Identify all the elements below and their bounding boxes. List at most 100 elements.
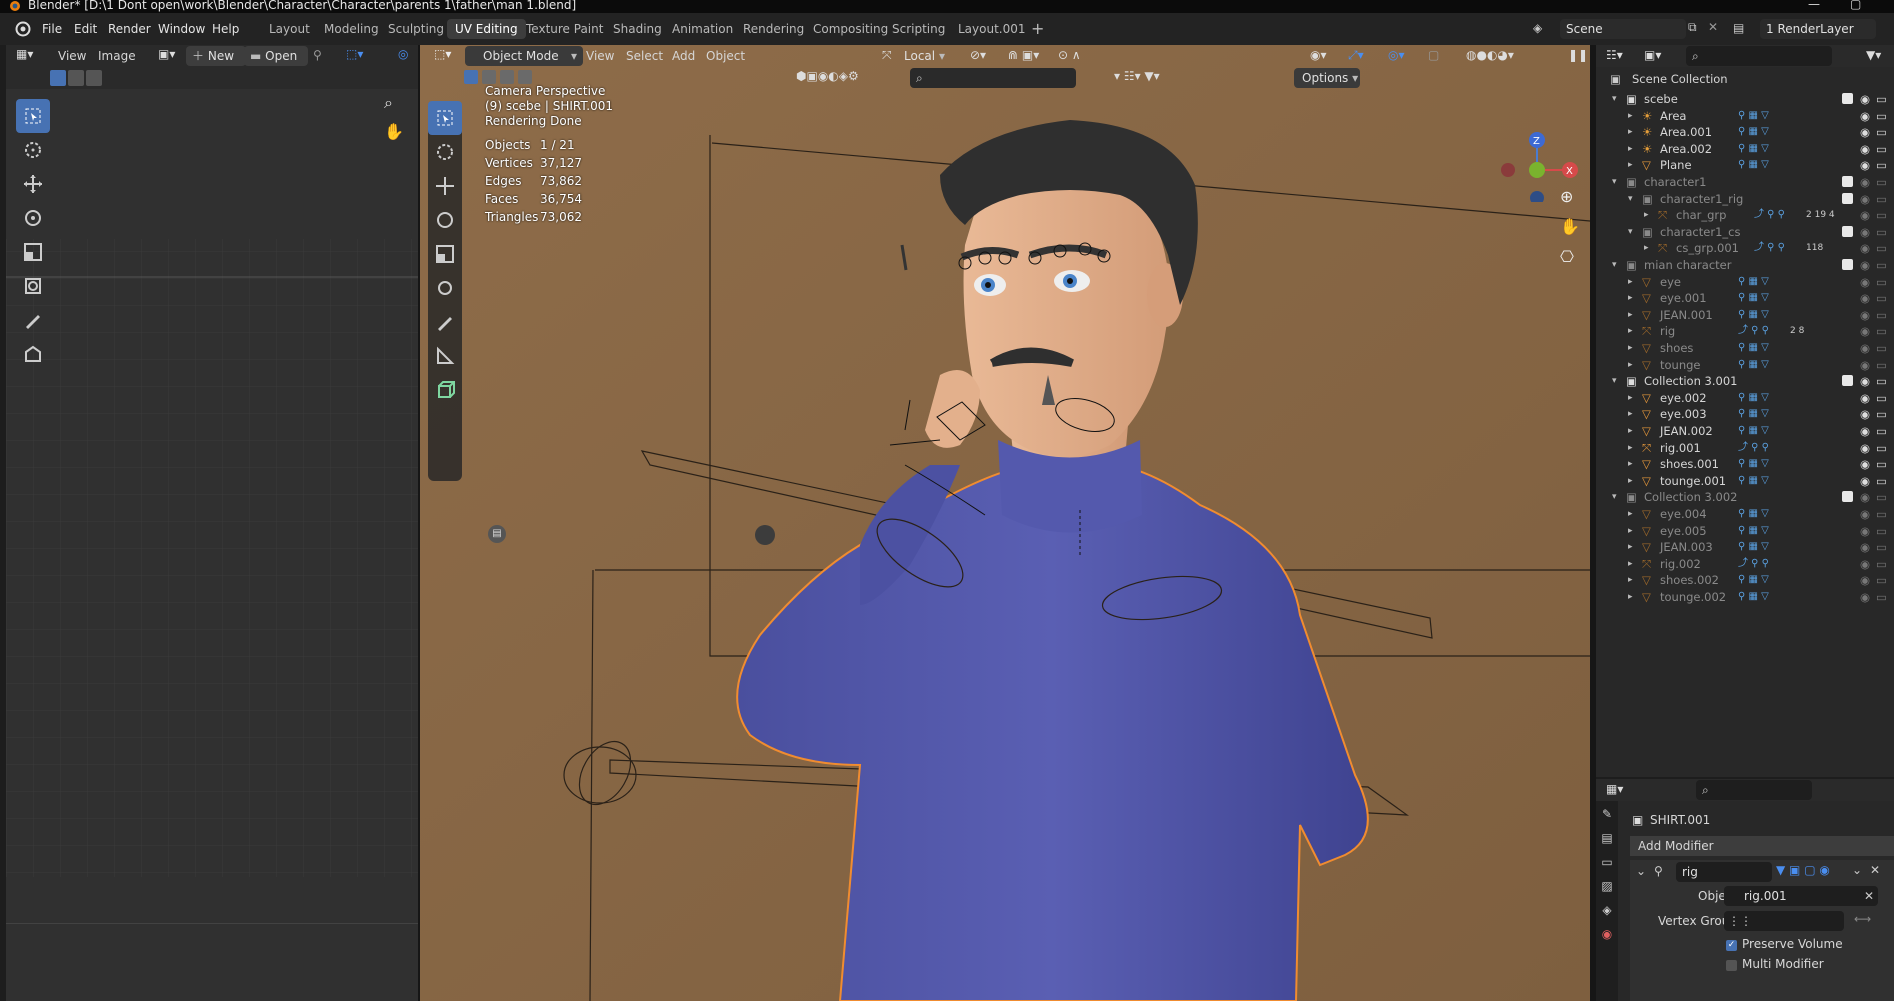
transform-tool[interactable] (16, 269, 50, 303)
pause-icon[interactable]: ❚❚ (1568, 48, 1588, 62)
menu-window[interactable]: Window (158, 22, 205, 36)
tab-compositing[interactable]: Compositing (805, 19, 896, 39)
collapse-chevron-icon[interactable]: ⌄ (1636, 864, 1646, 878)
filter-options-icon[interactable]: ▾ ☷▾ ▼▾ (1114, 69, 1160, 83)
minimize-icon[interactable]: — (1808, 0, 1820, 10)
proportional-icon[interactable]: ⊙ ∧ (1058, 48, 1081, 62)
visibility-icon[interactable]: ◉▾ (1310, 48, 1327, 62)
collection-include-checkbox[interactable] (1842, 259, 1853, 270)
options-button[interactable]: Options ▾ (1294, 68, 1360, 88)
properties-editor[interactable]: ▦▾ ⌕ ✎ ▤ ▭ ▨ ◈ ◉ ▣ SHIRT.001 Add Modifie… (1596, 779, 1894, 1001)
open-image-button[interactable]: ▬ Open (244, 46, 308, 66)
annotate-tool[interactable] (16, 303, 50, 337)
viewport-search-input[interactable]: ⌕ (910, 68, 1076, 88)
snap-icon[interactable]: ⋒ ▣▾ (1008, 48, 1039, 62)
uv-menu-image[interactable]: Image (98, 49, 136, 63)
collection-include-checkbox[interactable] (1842, 93, 1853, 104)
tab-layout-001[interactable]: Layout.001 (950, 19, 1034, 39)
uv-editor[interactable]: ▦▾ View Image ▣▾ ＋ New ▬ Open ⚲ ⬚▾ ◎ ⌕ ✋ (6, 45, 418, 1001)
overlay-icon[interactable]: ◎ (398, 47, 408, 61)
scene-selector[interactable]: Scene (1560, 19, 1686, 39)
scale-tool[interactable] (16, 235, 50, 269)
delete-scene-icon[interactable]: ✕ (1708, 20, 1718, 34)
tool-tab-icon[interactable]: ✎ (1596, 801, 1618, 831)
outliner[interactable]: ☷▾ ▣▾ ⌕ ▼▾ ▣ Scene Collection ▾ ▣ scebe ◉ ▭ ▸ ☀… (1596, 45, 1894, 777)
mode-selector[interactable]: Object Mode ▾ (465, 46, 583, 66)
preserve-volume-checkbox[interactable]: ✓ (1726, 940, 1737, 951)
move-tool[interactable] (16, 167, 50, 201)
menu-render[interactable]: Render (108, 22, 151, 36)
multi-modifier-checkbox[interactable] (1726, 960, 1737, 971)
tab-animation[interactable]: Animation (664, 19, 741, 39)
rotate-tool[interactable] (428, 203, 462, 237)
armature-object-field[interactable]: rig.001 ✕ (1724, 886, 1878, 906)
menu-help[interactable]: Help (212, 22, 239, 36)
outliner-row[interactable]: ▸ ▽ tounge.002 ⚲ ▦ ▽ ◉ ▭ (1596, 587, 1894, 607)
tab-scripting[interactable]: Scripting (884, 19, 953, 39)
view-layer-tab-icon[interactable]: ▨ (1596, 879, 1618, 903)
grab-tool[interactable] (16, 337, 50, 371)
zoom-icon[interactable]: ⊕ (1560, 187, 1573, 206)
xray-icon[interactable]: ▢ (1428, 48, 1439, 62)
3d-viewport[interactable]: ⬚▾ Object Mode ▾ View Select Add Object ⤧… (420, 45, 1590, 1001)
modifier-icons[interactable]: ⚲ ▦ ▽ (1738, 587, 1769, 607)
vertex-group-field[interactable]: ⋮⋮ (1724, 911, 1844, 931)
output-tab-icon[interactable]: ▭ (1596, 855, 1618, 879)
new-scene-icon[interactable]: ⧉ (1688, 20, 1697, 35)
pan-hand-icon[interactable]: ✋ (384, 122, 404, 141)
disclosure-triangle-icon[interactable]: ▸ (1628, 587, 1633, 607)
select-new-icon[interactable] (464, 70, 478, 84)
tab-sculpting[interactable]: Sculpting (380, 19, 452, 39)
collection-include-checkbox[interactable] (1842, 176, 1853, 187)
camera-toggle-icon[interactable]: ⎔ (1560, 247, 1574, 266)
invert-vertex-group-icon[interactable]: ⟷ (1854, 912, 1871, 926)
scene-tab-icon[interactable]: ◈ (1596, 903, 1618, 927)
add-modifier-button[interactable]: Add Modifier (1630, 836, 1894, 856)
uv-menu-view[interactable]: View (58, 49, 86, 63)
move-tool[interactable] (428, 169, 462, 203)
view-layer-selector[interactable]: 1 RenderLayer (1760, 19, 1876, 39)
blender-menu-icon[interactable] (14, 21, 32, 37)
zoom-icon[interactable]: ⌕ (384, 93, 393, 113)
viewport-menu-view[interactable]: View (586, 49, 614, 63)
add-workspace-button[interactable]: + (1031, 19, 1044, 38)
orientation-selector[interactable]: Local ▾ (898, 46, 970, 66)
select-extend-icon[interactable] (482, 70, 496, 84)
world-tab-icon[interactable]: ◉ (1596, 927, 1618, 951)
scene-icon[interactable]: ◈ (1533, 21, 1542, 35)
viewport-menu-select[interactable]: Select (626, 49, 663, 63)
render-visibility-icon[interactable]: ▭ (1876, 587, 1887, 607)
cursor-tool[interactable] (16, 133, 50, 167)
annotate-tool[interactable] (428, 305, 462, 339)
filter-icons[interactable]: ⬢▣◉◐◈⚙ (796, 69, 859, 83)
shading-modes-icon[interactable]: ◍●◐◕▾ (1466, 48, 1514, 62)
tab-shading[interactable]: Shading (605, 19, 670, 39)
clear-icon[interactable]: ✕ (1864, 886, 1874, 906)
scale-tool[interactable] (428, 237, 462, 271)
filter-icon[interactable]: ▼▾ (1866, 48, 1881, 62)
select-subtract-icon[interactable] (86, 70, 102, 86)
outliner-root[interactable]: ▣ Scene Collection (1596, 69, 1894, 89)
display-mode-icon[interactable]: ▣▾ (1644, 48, 1661, 62)
modifier-visibility-icons[interactable]: ▼ ▣ ▢ ◉ (1776, 863, 1830, 877)
camera-view-icon[interactable]: ▤ (488, 525, 506, 543)
collection-include-checkbox[interactable] (1842, 225, 1853, 237)
overlays-icon[interactable]: ◎▾ (1388, 48, 1405, 62)
select-new-icon[interactable] (50, 70, 66, 86)
pivot-icon[interactable]: ⊘▾ (970, 48, 986, 62)
select-subtract-icon[interactable] (500, 70, 514, 84)
gizmo-icon[interactable]: ⤢▾ (1348, 48, 1364, 63)
select-extend-icon[interactable] (68, 70, 84, 86)
add-cube-tool[interactable] (428, 373, 462, 407)
cursor-tool[interactable] (428, 135, 462, 169)
modifier-menu-chevron-icon[interactable]: ⌄ (1852, 863, 1862, 877)
pan-hand-icon[interactable]: ✋ (1560, 217, 1580, 236)
viewport-menu-add[interactable]: Add (672, 49, 695, 63)
uv-sync-icon[interactable]: ⬚▾ (346, 47, 363, 61)
tab-uv-editing[interactable]: UV Editing (447, 19, 526, 39)
collection-include-checkbox[interactable] (1842, 375, 1853, 387)
navigation-gizmo[interactable]: Z X (1490, 102, 1590, 202)
menu-file[interactable]: File (42, 22, 62, 36)
tab-rendering[interactable]: Rendering (735, 19, 812, 39)
properties-search-input[interactable]: ⌕ (1696, 780, 1812, 800)
